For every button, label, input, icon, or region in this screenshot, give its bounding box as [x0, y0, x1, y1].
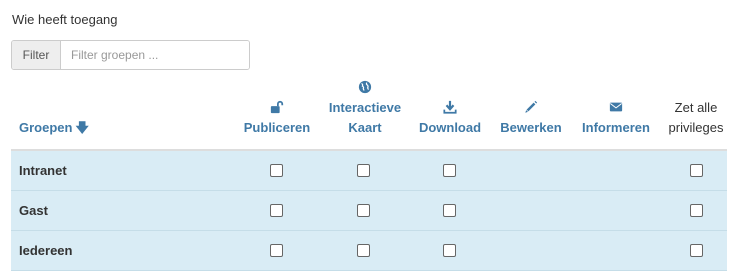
- publish-header-label: Publiceren: [243, 120, 311, 135]
- group-name: Iedereen: [19, 243, 73, 258]
- download-icon: [443, 100, 457, 114]
- download-checkbox[interactable]: [443, 164, 456, 177]
- set-all-checkbox[interactable]: [690, 204, 703, 217]
- column-header-publish[interactable]: Publiceren: [240, 78, 314, 150]
- interactive-map-label-line1: Interactieve: [328, 100, 402, 115]
- column-header-set-all: Zet alle privileges: [664, 78, 728, 150]
- set-all-label-line2: privileges: [668, 120, 724, 135]
- interactive-map-label-line2: Kaart: [348, 120, 382, 135]
- globe-icon: [358, 80, 372, 94]
- table-row: Intranet: [11, 151, 727, 191]
- pencil-icon: [525, 100, 538, 113]
- column-header-groups[interactable]: Groepen 🡇: [19, 78, 89, 150]
- table-row: Gast: [11, 191, 727, 231]
- table-row: Iedereen: [11, 231, 727, 271]
- filter-addon-label: Filter: [12, 41, 61, 69]
- set-all-label-line1: Zet alle: [674, 100, 718, 115]
- column-header-download[interactable]: Download: [413, 78, 487, 150]
- filter-groups-input[interactable]: [61, 41, 249, 69]
- download-header-label: Download: [418, 120, 482, 135]
- unlock-icon: [270, 100, 284, 114]
- group-name: Gast: [19, 203, 48, 218]
- groups-header-label: Groepen: [19, 120, 73, 135]
- edit-header-label: Bewerken: [500, 120, 562, 135]
- interactive-map-checkbox[interactable]: [357, 164, 370, 177]
- publish-checkbox[interactable]: [270, 204, 283, 217]
- column-header-edit[interactable]: Bewerken: [497, 78, 565, 150]
- envelope-icon: [609, 102, 623, 112]
- interactive-map-checkbox[interactable]: [357, 204, 370, 217]
- group-name: Intranet: [19, 163, 67, 178]
- sort-desc-icon: 🡇: [75, 120, 89, 135]
- column-header-interactive-map[interactable]: Interactieve Kaart: [323, 78, 407, 150]
- section-title: Wie heeft toegang: [12, 12, 118, 27]
- download-checkbox[interactable]: [443, 244, 456, 257]
- column-header-notify[interactable]: Informeren: [576, 78, 656, 150]
- download-checkbox[interactable]: [443, 204, 456, 217]
- set-all-checkbox[interactable]: [690, 244, 703, 257]
- group-filter: Filter: [11, 40, 250, 70]
- set-all-checkbox[interactable]: [690, 164, 703, 177]
- publish-checkbox[interactable]: [270, 244, 283, 257]
- publish-checkbox[interactable]: [270, 164, 283, 177]
- interactive-map-checkbox[interactable]: [357, 244, 370, 257]
- notify-header-label: Informeren: [582, 120, 650, 135]
